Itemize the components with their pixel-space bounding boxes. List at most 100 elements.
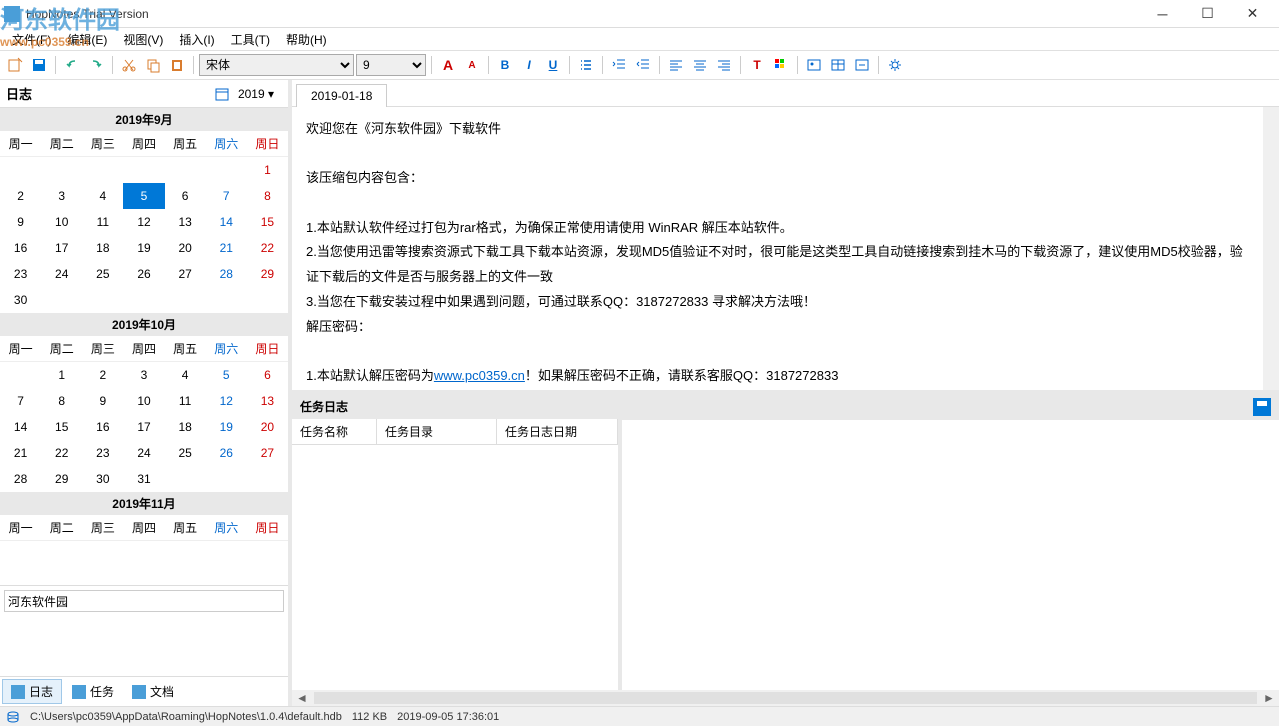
calendar-day[interactable]: 19: [206, 414, 247, 440]
calendar-day[interactable]: 7: [0, 388, 41, 414]
copy-icon[interactable]: [142, 54, 164, 76]
calendar-day[interactable]: 25: [165, 440, 206, 466]
insert-table-icon[interactable]: [827, 54, 849, 76]
bold-icon[interactable]: B: [494, 54, 516, 76]
calendar-day[interactable]: 27: [165, 261, 206, 287]
calendar-day[interactable]: 20: [247, 414, 288, 440]
calendar-day[interactable]: 18: [82, 235, 123, 261]
calendar-day[interactable]: 17: [123, 414, 164, 440]
calendar-day[interactable]: 2: [0, 183, 41, 209]
menu-file[interactable]: 文件(F): [4, 29, 59, 50]
calendar-day[interactable]: 25: [82, 261, 123, 287]
menu-edit[interactable]: 编辑(E): [59, 29, 115, 50]
calendar-day[interactable]: 9: [82, 388, 123, 414]
calendar-day[interactable]: 28: [0, 466, 41, 492]
calendar-day[interactable]: 7: [206, 183, 247, 209]
indent-icon[interactable]: [632, 54, 654, 76]
calendar-day[interactable]: 26: [206, 440, 247, 466]
redo-icon[interactable]: [85, 54, 107, 76]
calendar-day[interactable]: 13: [165, 209, 206, 235]
settings-icon[interactable]: [884, 54, 906, 76]
calendar-day[interactable]: 14: [206, 209, 247, 235]
calendar-day[interactable]: 2: [82, 362, 123, 388]
menu-view[interactable]: 视图(V): [115, 29, 171, 50]
calendar-day[interactable]: 3: [123, 362, 164, 388]
calendar-day[interactable]: 13: [247, 388, 288, 414]
new-note-icon[interactable]: [4, 54, 26, 76]
calendar-day[interactable]: 11: [82, 209, 123, 235]
save-icon[interactable]: [28, 54, 50, 76]
tab-document[interactable]: 文档: [124, 679, 182, 704]
calendar-day[interactable]: 22: [41, 440, 82, 466]
calendar-day[interactable]: 28: [206, 261, 247, 287]
calendar-day[interactable]: 4: [82, 183, 123, 209]
tab-task[interactable]: 任务: [64, 679, 122, 704]
calendar-day[interactable]: 20: [165, 235, 206, 261]
calendar-day[interactable]: 29: [247, 261, 288, 287]
calendar-day[interactable]: 30: [0, 287, 41, 313]
menu-insert[interactable]: 插入(I): [171, 29, 222, 50]
calendar-day[interactable]: 6: [247, 362, 288, 388]
task-col-name[interactable]: 任务名称: [292, 419, 377, 444]
calendar-day[interactable]: 3: [41, 183, 82, 209]
calendar-day[interactable]: 24: [41, 261, 82, 287]
document-editor[interactable]: 欢迎您在《河东软件园》下载软件 该压缩包内容包含： 1.本站默认软件经过打包为r…: [292, 107, 1263, 390]
calendar-day[interactable]: 6: [165, 183, 206, 209]
calendar-day[interactable]: 9: [0, 209, 41, 235]
calendar-day[interactable]: 15: [41, 414, 82, 440]
calendar-day[interactable]: 16: [0, 235, 41, 261]
calendar-day[interactable]: 1: [41, 362, 82, 388]
calendar-day[interactable]: 29: [41, 466, 82, 492]
doc-tab-date[interactable]: 2019-01-18: [296, 84, 387, 107]
calendar-icon[interactable]: [214, 86, 230, 102]
undo-icon[interactable]: [61, 54, 83, 76]
calendar-day[interactable]: 10: [123, 388, 164, 414]
calendar-day[interactable]: 16: [82, 414, 123, 440]
link-pc0359[interactable]: www.pc0359.cn: [434, 368, 525, 383]
close-button[interactable]: ✕: [1230, 1, 1275, 27]
font-increase-icon[interactable]: A: [437, 54, 459, 76]
underline-icon[interactable]: U: [542, 54, 564, 76]
calendar-day[interactable]: 12: [123, 209, 164, 235]
text-color-icon[interactable]: T: [746, 54, 768, 76]
calendar-day[interactable]: 15: [247, 209, 288, 235]
outdent-icon[interactable]: [608, 54, 630, 76]
calendar-day[interactable]: 14: [0, 414, 41, 440]
calendar-day[interactable]: 17: [41, 235, 82, 261]
editor-scrollbar[interactable]: [1263, 107, 1279, 390]
calendar-day[interactable]: 27: [247, 440, 288, 466]
task-save-icon[interactable]: [1253, 398, 1271, 416]
tab-diary[interactable]: 日志: [2, 679, 62, 704]
menu-tools[interactable]: 工具(T): [223, 29, 278, 50]
calendar-day[interactable]: 30: [82, 466, 123, 492]
calendar-day[interactable]: 4: [165, 362, 206, 388]
calendar-day[interactable]: 23: [0, 261, 41, 287]
scroll-left-icon[interactable]: ◄: [292, 691, 312, 705]
calendar-day[interactable]: 31: [123, 466, 164, 492]
insert-image-icon[interactable]: [803, 54, 825, 76]
align-center-icon[interactable]: [689, 54, 711, 76]
font-size-select[interactable]: 9: [356, 54, 426, 76]
calendar-day[interactable]: 26: [123, 261, 164, 287]
search-input[interactable]: [4, 590, 284, 612]
calendar-day[interactable]: 18: [165, 414, 206, 440]
year-selector[interactable]: 2019 ▾: [230, 85, 282, 103]
calendar-day[interactable]: 19: [123, 235, 164, 261]
task-col-date[interactable]: 任务日志日期: [497, 419, 618, 444]
insert-link-icon[interactable]: [851, 54, 873, 76]
list-icon[interactable]: [575, 54, 597, 76]
horizontal-scrollbar[interactable]: [314, 692, 1257, 704]
calendar-day[interactable]: 8: [247, 183, 288, 209]
font-name-select[interactable]: 宋体: [199, 54, 354, 76]
maximize-button[interactable]: ☐: [1185, 1, 1230, 27]
align-right-icon[interactable]: [713, 54, 735, 76]
calendar-day[interactable]: 21: [0, 440, 41, 466]
font-decrease-icon[interactable]: A: [461, 54, 483, 76]
calendar-day[interactable]: 5: [206, 362, 247, 388]
calendar-day[interactable]: 10: [41, 209, 82, 235]
calendar-day[interactable]: 23: [82, 440, 123, 466]
paste-icon[interactable]: [166, 54, 188, 76]
calendar-day[interactable]: 5: [123, 183, 164, 209]
minimize-button[interactable]: ─: [1140, 1, 1185, 27]
calendar-day[interactable]: 21: [206, 235, 247, 261]
